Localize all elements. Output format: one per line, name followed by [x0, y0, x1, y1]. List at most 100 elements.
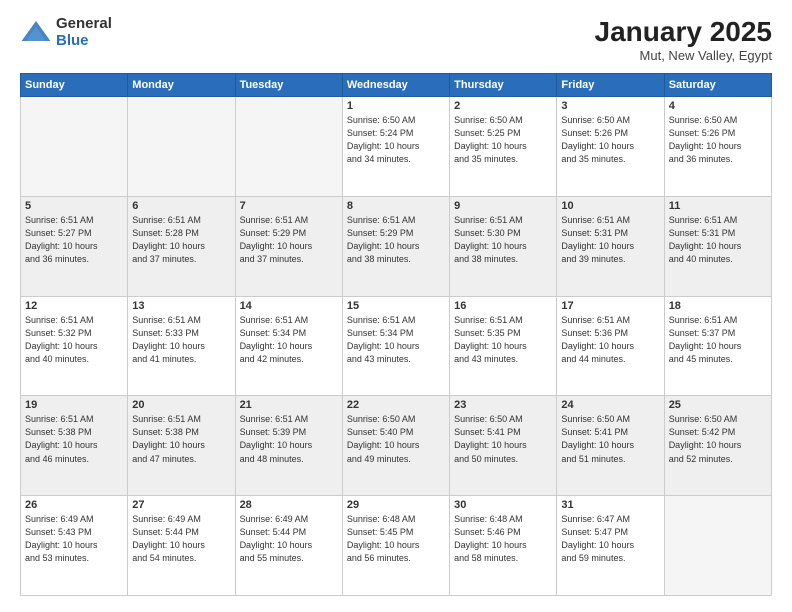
table-row: 30Sunrise: 6:48 AM Sunset: 5:46 PM Dayli… [450, 496, 557, 596]
day-number: 11 [669, 200, 767, 212]
day-info: Sunrise: 6:51 AM Sunset: 5:31 PM Dayligh… [561, 214, 659, 266]
day-info: Sunrise: 6:51 AM Sunset: 5:32 PM Dayligh… [25, 314, 123, 366]
day-number: 20 [132, 399, 230, 411]
table-row: 5 Sunrise: 6:51 AM Sunset: 5:27 PM Daylig… [21, 196, 128, 296]
day-number: 15 [347, 300, 445, 312]
table-row: 25Sunrise: 6:50 AM Sunset: 5:42 PM Dayli… [664, 396, 771, 496]
table-row [664, 496, 771, 596]
table-row: 9 Sunrise: 6:51 AM Sunset: 5:30 PM Daylig… [450, 196, 557, 296]
table-row: 23 Sunrise: 6:50 AM Sunset: 5:41 PM Dayli… [450, 396, 557, 496]
day-info: Sunrise: 6:51 AM Sunset: 5:31 PM Dayligh… [669, 214, 767, 266]
calendar-week-row: 26Sunrise: 6:49 AM Sunset: 5:43 PM Dayli… [21, 496, 772, 596]
title-block: January 2025 Mut, New Valley, Egypt [595, 16, 772, 63]
day-number: 27 [132, 499, 230, 511]
day-info: Sunrise: 6:48 AM Sunset: 5:45 PM Dayligh… [347, 513, 445, 565]
table-row: 2 Sunrise: 6:50 AM Sunset: 5:25 PM Daylig… [450, 97, 557, 197]
day-info: Sunrise: 6:51 AM Sunset: 5:39 PM Dayligh… [240, 413, 338, 465]
day-number: 16 [454, 300, 552, 312]
day-number: 19 [25, 399, 123, 411]
day-number: 17 [561, 300, 659, 312]
table-row: 18 Sunrise: 6:51 AM Sunset: 5:37 PM Dayli… [664, 296, 771, 396]
day-number: 5 [25, 200, 123, 212]
col-tuesday: Tuesday [235, 74, 342, 97]
calendar-table: Sunday Monday Tuesday Wednesday Thursday… [20, 73, 772, 596]
day-number: 1 [347, 100, 445, 112]
day-info: Sunrise: 6:51 AM Sunset: 5:35 PM Dayligh… [454, 314, 552, 366]
day-info: Sunrise: 6:51 AM Sunset: 5:34 PM Dayligh… [347, 314, 445, 366]
day-info: Sunrise: 6:49 AM Sunset: 5:44 PM Dayligh… [132, 513, 230, 565]
table-row: 22Sunrise: 6:50 AM Sunset: 5:40 PM Dayli… [342, 396, 449, 496]
day-number: 2 [454, 100, 552, 112]
day-info: Sunrise: 6:49 AM Sunset: 5:44 PM Dayligh… [240, 513, 338, 565]
calendar-week-row: 12 Sunrise: 6:51 AM Sunset: 5:32 PM Dayli… [21, 296, 772, 396]
table-row: 16 Sunrise: 6:51 AM Sunset: 5:35 PM Dayli… [450, 296, 557, 396]
table-row: 21 Sunrise: 6:51 AM Sunset: 5:39 PM Dayli… [235, 396, 342, 496]
table-row: 24 Sunrise: 6:50 AM Sunset: 5:41 PM Dayli… [557, 396, 664, 496]
day-number: 10 [561, 200, 659, 212]
table-row: 19 Sunrise: 6:51 AM Sunset: 5:38 PM Dayli… [21, 396, 128, 496]
day-number: 12 [25, 300, 123, 312]
logo-general-text: General [56, 16, 112, 33]
day-info: Sunrise: 6:51 AM Sunset: 5:27 PM Dayligh… [25, 214, 123, 266]
day-number: 8 [347, 200, 445, 212]
day-info: Sunrise: 6:51 AM Sunset: 5:36 PM Dayligh… [561, 314, 659, 366]
page: General Blue January 2025 Mut, New Valle… [0, 0, 792, 612]
day-number: 21 [240, 399, 338, 411]
calendar-week-row: 19 Sunrise: 6:51 AM Sunset: 5:38 PM Dayli… [21, 396, 772, 496]
day-info: Sunrise: 6:50 AM Sunset: 5:25 PM Dayligh… [454, 114, 552, 166]
logo-text: General Blue [56, 16, 112, 49]
day-number: 7 [240, 200, 338, 212]
day-number: 14 [240, 300, 338, 312]
col-sunday: Sunday [21, 74, 128, 97]
day-info: Sunrise: 6:50 AM Sunset: 5:26 PM Dayligh… [669, 114, 767, 166]
day-number: 13 [132, 300, 230, 312]
day-number: 9 [454, 200, 552, 212]
table-row: 26Sunrise: 6:49 AM Sunset: 5:43 PM Dayli… [21, 496, 128, 596]
day-number: 24 [561, 399, 659, 411]
header: General Blue January 2025 Mut, New Valle… [20, 16, 772, 63]
table-row: 28Sunrise: 6:49 AM Sunset: 5:44 PM Dayli… [235, 496, 342, 596]
day-info: Sunrise: 6:50 AM Sunset: 5:26 PM Dayligh… [561, 114, 659, 166]
table-row: 29 Sunrise: 6:48 AM Sunset: 5:45 PM Dayli… [342, 496, 449, 596]
table-row: 27 Sunrise: 6:49 AM Sunset: 5:44 PM Dayli… [128, 496, 235, 596]
table-row: 6Sunrise: 6:51 AM Sunset: 5:28 PM Daylig… [128, 196, 235, 296]
table-row: 17 Sunrise: 6:51 AM Sunset: 5:36 PM Dayli… [557, 296, 664, 396]
table-row [235, 97, 342, 197]
day-info: Sunrise: 6:51 AM Sunset: 5:30 PM Dayligh… [454, 214, 552, 266]
table-row: 11 Sunrise: 6:51 AM Sunset: 5:31 PM Dayli… [664, 196, 771, 296]
col-thursday: Thursday [450, 74, 557, 97]
day-number: 3 [561, 100, 659, 112]
logo: General Blue [20, 16, 112, 49]
table-row: 1 Sunrise: 6:50 AM Sunset: 5:24 PM Daylig… [342, 97, 449, 197]
table-row: 8 Sunrise: 6:51 AM Sunset: 5:29 PM Daylig… [342, 196, 449, 296]
day-info: Sunrise: 6:51 AM Sunset: 5:38 PM Dayligh… [25, 413, 123, 465]
day-number: 18 [669, 300, 767, 312]
day-info: Sunrise: 6:50 AM Sunset: 5:41 PM Dayligh… [454, 413, 552, 465]
table-row: 15 Sunrise: 6:51 AM Sunset: 5:34 PM Dayli… [342, 296, 449, 396]
logo-blue-text: Blue [56, 33, 112, 50]
day-info: Sunrise: 6:51 AM Sunset: 5:38 PM Dayligh… [132, 413, 230, 465]
table-row: 12 Sunrise: 6:51 AM Sunset: 5:32 PM Dayli… [21, 296, 128, 396]
table-row: 14 Sunrise: 6:51 AM Sunset: 5:34 PM Dayli… [235, 296, 342, 396]
day-info: Sunrise: 6:50 AM Sunset: 5:41 PM Dayligh… [561, 413, 659, 465]
calendar-title: January 2025 [595, 16, 772, 48]
day-number: 29 [347, 499, 445, 511]
day-info: Sunrise: 6:50 AM Sunset: 5:42 PM Dayligh… [669, 413, 767, 465]
day-number: 31 [561, 499, 659, 511]
logo-icon [20, 17, 52, 49]
table-row [21, 97, 128, 197]
day-info: Sunrise: 6:50 AM Sunset: 5:24 PM Dayligh… [347, 114, 445, 166]
day-number: 4 [669, 100, 767, 112]
col-monday: Monday [128, 74, 235, 97]
day-info: Sunrise: 6:51 AM Sunset: 5:37 PM Dayligh… [669, 314, 767, 366]
day-info: Sunrise: 6:51 AM Sunset: 5:33 PM Dayligh… [132, 314, 230, 366]
day-number: 6 [132, 200, 230, 212]
col-saturday: Saturday [664, 74, 771, 97]
calendar-header-row: Sunday Monday Tuesday Wednesday Thursday… [21, 74, 772, 97]
day-info: Sunrise: 6:51 AM Sunset: 5:29 PM Dayligh… [347, 214, 445, 266]
day-number: 23 [454, 399, 552, 411]
col-friday: Friday [557, 74, 664, 97]
day-info: Sunrise: 6:51 AM Sunset: 5:34 PM Dayligh… [240, 314, 338, 366]
table-row: 4 Sunrise: 6:50 AM Sunset: 5:26 PM Daylig… [664, 97, 771, 197]
calendar-week-row: 5 Sunrise: 6:51 AM Sunset: 5:27 PM Daylig… [21, 196, 772, 296]
